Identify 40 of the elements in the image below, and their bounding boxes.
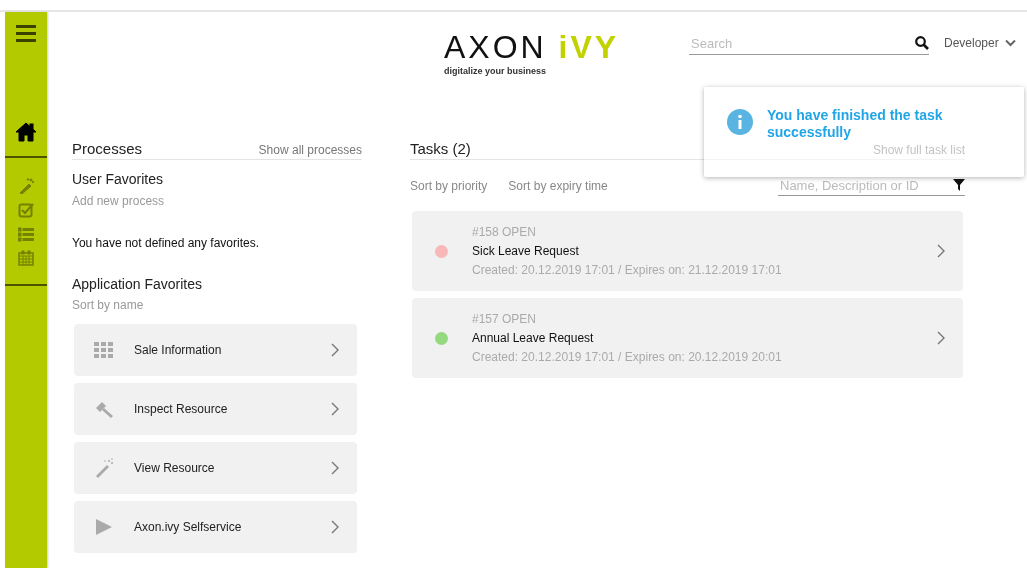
process-card[interactable]: Sale Information <box>74 324 357 376</box>
search-field[interactable]: Search <box>689 34 915 52</box>
process-card[interactable]: Axon.ivy Selfservice <box>74 501 357 553</box>
task-card[interactable]: #158 OPEN Sick Leave Request Created: 20.12.2019 17:01 / Expires on: 21.12.2019 17:01 <box>412 211 963 291</box>
chevron-right-icon <box>937 244 945 258</box>
chevron-right-icon <box>331 343 339 357</box>
show-all-processes-link[interactable]: Show all processes <box>258 143 362 157</box>
section-title: Processes <box>72 140 143 157</box>
chevron-right-icon <box>937 331 945 345</box>
logo-tagline: digitalize your business <box>444 66 548 76</box>
filter-field[interactable]: Name, Description or ID <box>778 176 953 194</box>
user-menu-button[interactable]: Developer <box>944 36 1016 50</box>
notification-message: You have finished the task successfully <box>767 107 944 141</box>
task-card[interactable]: #157 OPEN Annual Leave Request Created: 20.12.2019 17:01 / Expires on: 20.12.2019 20:01 <box>412 298 963 378</box>
filter-icon[interactable] <box>953 179 965 191</box>
menu-icon[interactable] <box>16 24 36 42</box>
home-icon[interactable] <box>15 122 37 142</box>
task-dates: Created: 20.12.2019 17:01 / Expires on: 21.12.2019 17:01 <box>472 263 783 277</box>
logo-wordmark: AXON iVY <box>444 30 621 64</box>
process-card[interactable]: View Resource <box>74 442 357 494</box>
task-dates: Created: 20.12.2019 17:01 / Expires on: 20.12.2019 20:01 <box>472 350 783 364</box>
chevron-right-icon <box>331 402 339 416</box>
sort-link[interactable]: Sort by priority <box>410 178 488 193</box>
process-card[interactable]: Inspect Resource <box>74 383 357 435</box>
chevron-right-icon <box>331 461 339 475</box>
chevron-down-icon <box>1004 39 1016 47</box>
chevron-right-icon <box>331 520 339 534</box>
task-name: Sick Leave Request <box>472 244 580 258</box>
empty-message: You have not defined any favorites. <box>72 236 261 250</box>
section-title: Tasks (2) <box>410 140 471 157</box>
task-name: Annual Leave Request <box>472 331 595 345</box>
checkbox-icon[interactable] <box>18 202 34 218</box>
task-id: #158 OPEN <box>472 225 538 239</box>
info-icon <box>727 109 753 135</box>
grid-icon <box>93 340 115 360</box>
task-id: #157 OPEN <box>472 312 538 326</box>
subsection-title: User Favorites <box>72 171 165 187</box>
search-icon[interactable] <box>915 36 929 50</box>
subsection-title: Application Favorites <box>72 276 203 292</box>
sort-link[interactable]: Sort by expiry time <box>508 178 608 193</box>
